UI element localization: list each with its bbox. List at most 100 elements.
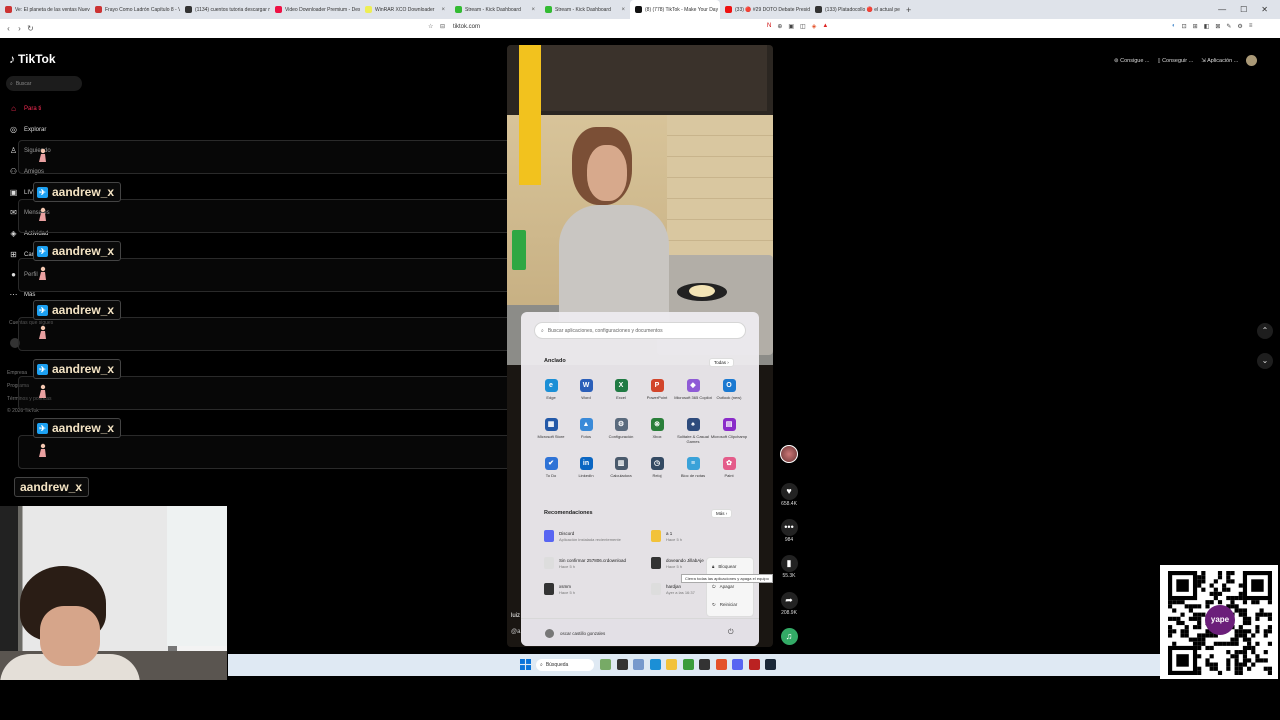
- browser-tab[interactable]: Stream - Kick Dashboard ×: [450, 0, 540, 19]
- pinned-app[interactable]: ♠ Solitaire & Casual Games: [674, 418, 712, 444]
- new-tab-button[interactable]: +: [900, 5, 917, 15]
- recommendation-item[interactable]: Discord Aplicación instalada recientement…: [544, 530, 621, 542]
- comment-button[interactable]: ••• 984: [779, 519, 799, 543]
- browser-tab[interactable]: Video Downloader Premium - Descar...×: [270, 0, 360, 19]
- music-disc[interactable]: ♫: [779, 628, 799, 645]
- copilot-taskbar-icon[interactable]: [633, 659, 644, 670]
- nav-item-home[interactable]: ⌂ Para ti: [9, 104, 41, 113]
- pinned-app[interactable]: ≡ Bloc de notas: [674, 457, 712, 478]
- browser-tab[interactable]: (8) (778) TikTok - Make Your Day×: [630, 0, 720, 19]
- forward-icon[interactable]: ›: [14, 24, 25, 33]
- ext-netflix-icon[interactable]: N: [767, 23, 771, 30]
- recommendation-item[interactable]: Sin confirmar 257806.crdownload Hace 5 h: [544, 557, 626, 569]
- pinned-app[interactable]: in LinkedIn: [567, 457, 605, 478]
- filezilla-icon[interactable]: [748, 659, 760, 670]
- video-handle[interactable]: @a: [511, 629, 520, 635]
- windows-start-icon[interactable]: [520, 659, 531, 670]
- ext-icon[interactable]: ⊠: [1215, 23, 1220, 30]
- address-bar[interactable]: tiktok.com: [453, 24, 480, 30]
- browser-tab[interactable]: (1134) cuentos tutoria descargar m...×: [180, 0, 270, 19]
- task-view-icon[interactable]: [616, 659, 628, 670]
- restart-option[interactable]: ↻ Reiniciar: [712, 602, 737, 608]
- previous-video-button[interactable]: ⌃: [1257, 323, 1273, 339]
- settings-icon[interactable]: ⚙: [1237, 23, 1242, 30]
- discord-taskbar-icon[interactable]: [732, 659, 743, 670]
- pinned-app[interactable]: ▥ Calculadora: [602, 457, 640, 478]
- like-button[interactable]: ♥ 658.4K: [779, 483, 799, 507]
- sidebar-icon[interactable]: ◐: [1172, 23, 1176, 30]
- obs-taskbar-icon[interactable]: [699, 659, 710, 670]
- browser-tab[interactable]: Frayo Como Ladrón Capítulo 8 - Ve×: [90, 0, 180, 19]
- pinned-app[interactable]: ▲ Fotos: [567, 418, 605, 439]
- pinned-app[interactable]: ◆ Microsoft 365 Copilot: [674, 379, 712, 400]
- pinned-app[interactable]: X Excel: [602, 379, 640, 400]
- get-app-button[interactable]: ▯ Conseguir ...: [1158, 58, 1194, 64]
- browser-tab[interactable]: Stream - Kick Dashboard ×: [540, 0, 630, 19]
- recommendation-item[interactable]: xsmm Hace 5 h: [544, 583, 575, 595]
- ext-icon[interactable]: ◫: [800, 23, 806, 30]
- start-search-input[interactable]: ⌕ Buscar aplicaciones, configuraciones y…: [534, 322, 746, 339]
- brave-shield-icon[interactable]: ◈: [812, 23, 817, 30]
- ext-icon[interactable]: ⊡: [1182, 23, 1187, 30]
- pinned-app[interactable]: W Word: [567, 379, 605, 400]
- reload-icon[interactable]: ↻: [25, 24, 36, 33]
- power-icon[interactable]: ⏻: [728, 629, 734, 637]
- browser-tab[interactable]: Ve: El planeta de las ventas Nuevo...×: [0, 0, 90, 19]
- browser-tab[interactable]: WinRAR XCO Downloader ×: [360, 0, 450, 19]
- recommendation-item[interactable]: doveando JillabAje Hace 5 h: [651, 557, 704, 569]
- recommendation-item[interactable]: hardjan Ayer a las 16:37: [651, 583, 695, 595]
- site-info-icon[interactable]: ⊟: [440, 23, 445, 30]
- close-window-icon[interactable]: ✕: [1261, 5, 1268, 14]
- pinned-app[interactable]: ✿ Paint: [710, 457, 748, 478]
- save-button[interactable]: ▮ 55.3K: [779, 555, 799, 579]
- video-author[interactable]: luiz: [511, 613, 520, 619]
- ext-icon[interactable]: ◧: [1204, 23, 1210, 30]
- nav-item-compass[interactable]: ◎ Explorar: [9, 125, 46, 134]
- ext-icon[interactable]: ✎: [1226, 23, 1231, 30]
- tiktok-logo[interactable]: ♪ TikTok: [9, 52, 56, 66]
- recommendation-item[interactable]: a 1 Hace 5 h: [651, 530, 682, 542]
- pinned-app[interactable]: ▤ Microsoft Clipchamp: [710, 418, 748, 439]
- lock-option[interactable]: 🔒︎ Bloquear: [712, 564, 736, 569]
- menu-icon[interactable]: ≡: [1249, 23, 1253, 30]
- browser-tab[interactable]: (133) Platadocollo 🔴 el actual pe...×: [810, 0, 900, 19]
- all-apps-button[interactable]: Todas ›: [709, 358, 734, 367]
- pinned-app[interactable]: ⊗ Xbox: [638, 418, 676, 439]
- close-tab-icon[interactable]: ×: [621, 7, 625, 13]
- pinned-app[interactable]: ◷ Reloj: [638, 457, 676, 478]
- pinned-app[interactable]: ✔ To Do: [532, 457, 570, 478]
- widgets-icon[interactable]: [600, 659, 611, 670]
- creator-avatar[interactable]: [779, 445, 799, 463]
- get-coins-button[interactable]: ⊚ Consigue ...: [1114, 58, 1150, 64]
- chrome-icon[interactable]: [682, 659, 694, 670]
- steam-icon[interactable]: [765, 659, 776, 670]
- ext-icon[interactable]: ⊞: [1193, 23, 1198, 30]
- user-name[interactable]: oscar castillo gonzales: [560, 631, 605, 636]
- tiktok-search-input[interactable]: ⌕ Buscar: [6, 76, 82, 91]
- brave-icon[interactable]: [715, 659, 727, 670]
- pinned-app[interactable]: e Edge: [532, 379, 570, 400]
- explorer-icon[interactable]: [666, 659, 677, 670]
- avatar[interactable]: [780, 445, 798, 463]
- back-icon[interactable]: ‹: [3, 24, 14, 33]
- user-avatar[interactable]: [545, 629, 554, 638]
- shutdown-option[interactable]: ⏻ Apagar: [712, 584, 734, 589]
- ext-icon[interactable]: ⊕: [777, 23, 782, 30]
- minimize-icon[interactable]: —: [1218, 5, 1226, 14]
- pinned-app[interactable]: P PowerPoint: [638, 379, 676, 400]
- pinned-app[interactable]: O Outlook (new): [710, 379, 748, 400]
- more-button[interactable]: Más ›: [711, 509, 733, 518]
- ext-icon[interactable]: ▣: [788, 23, 794, 30]
- browser-tab[interactable]: (33) 🔴 #29 DOTO Debate Presiden...×: [720, 0, 810, 19]
- profile-avatar[interactable]: [1246, 55, 1258, 66]
- brave-rewards-icon[interactable]: ▲: [822, 23, 828, 30]
- maximize-icon[interactable]: ☐: [1240, 5, 1247, 14]
- taskbar-search[interactable]: ⌕ Búsqueda: [536, 659, 594, 671]
- share-button[interactable]: ➦ 208.9K: [779, 592, 799, 616]
- desktop-app-button[interactable]: ⇲ Aplicación ...: [1201, 58, 1238, 64]
- pinned-app[interactable]: ⚙ Configuración: [602, 418, 640, 439]
- edge-taskbar-icon[interactable]: [649, 659, 661, 670]
- next-video-button[interactable]: ⌄: [1257, 353, 1273, 369]
- pinned-app[interactable]: ▦ Microsoft Store: [532, 418, 570, 439]
- close-tab-icon[interactable]: ×: [441, 7, 445, 13]
